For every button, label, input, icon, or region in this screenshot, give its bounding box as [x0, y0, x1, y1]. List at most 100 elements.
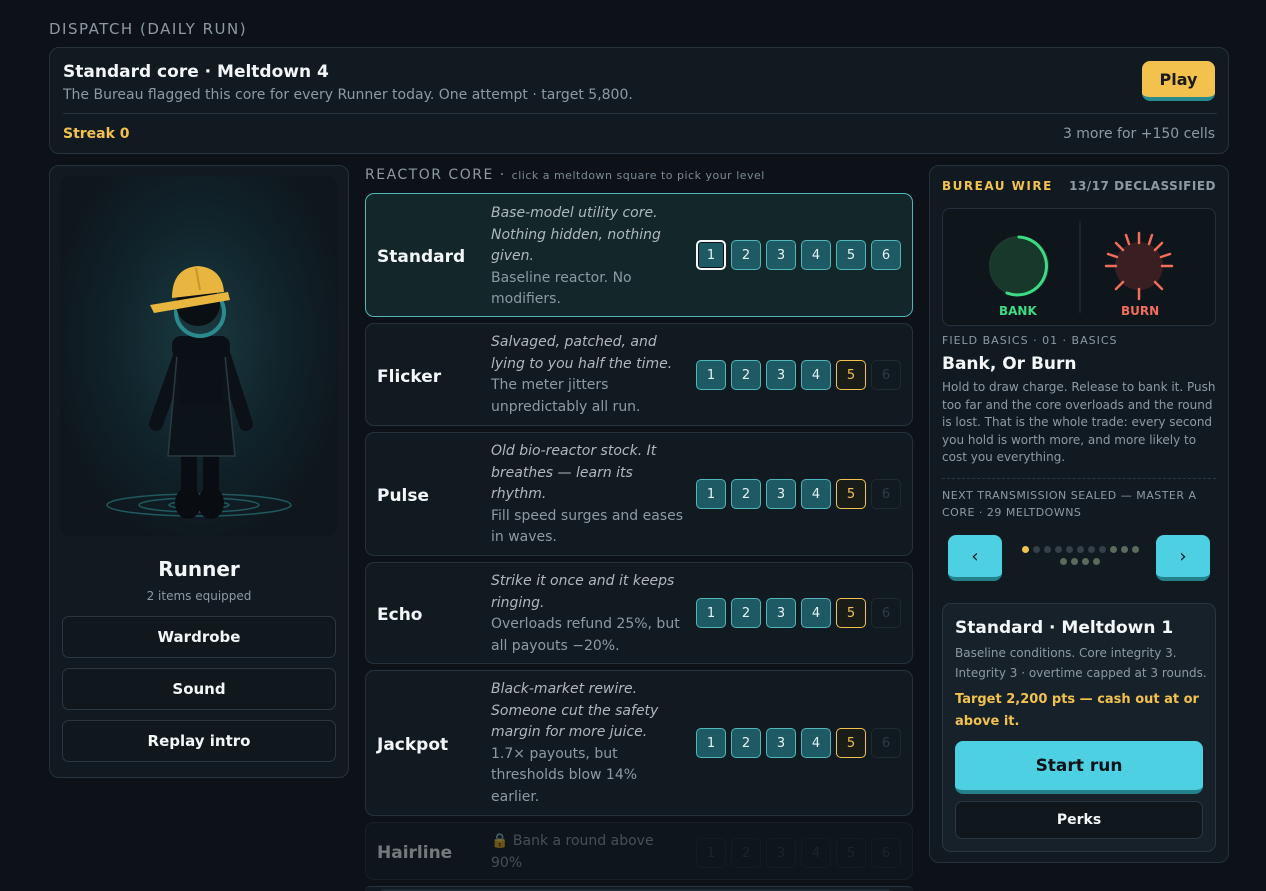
- pager-dot[interactable]: [1076, 546, 1084, 553]
- meltdown-level-3[interactable]: 3: [766, 598, 796, 628]
- meltdown-level-3[interactable]: 3: [766, 360, 796, 390]
- transmission-pager-dots: [1017, 546, 1143, 565]
- pager-dot[interactable]: [1043, 546, 1051, 553]
- avatar-stage: [60, 176, 338, 536]
- perks-button[interactable]: Perks: [955, 801, 1203, 839]
- core-card-pulse[interactable]: Pulse Old bio-reactor stock. It breathes…: [365, 432, 913, 556]
- meltdown-level-5[interactable]: 5: [836, 240, 866, 270]
- meltdown-level-1: 1: [696, 838, 726, 868]
- meltdown-level-6: 6: [871, 728, 901, 758]
- bureau-wire-title: BUREAU WIRE: [942, 179, 1053, 193]
- meltdown-level-1[interactable]: 1: [696, 598, 726, 628]
- run-description: Baseline conditions. Core integrity 3. I…: [955, 646, 1207, 680]
- meltdown-level-1[interactable]: 1: [696, 240, 726, 270]
- meltdown-level-2[interactable]: 2: [731, 479, 761, 509]
- pager-dot[interactable]: [1098, 546, 1106, 553]
- meltdown-level-2[interactable]: 2: [731, 598, 761, 628]
- core-card-next: [365, 886, 913, 891]
- dispatch-title: Standard core · Meltdown 4: [63, 62, 329, 82]
- pager-dot[interactable]: [1065, 546, 1073, 553]
- pager-dot[interactable]: [1071, 558, 1078, 565]
- meltdown-level-2[interactable]: 2: [731, 240, 761, 270]
- lock-icon: 🔒: [491, 833, 509, 849]
- next-transmission-button[interactable]: ›: [1156, 535, 1210, 581]
- bank-label: BANK: [999, 304, 1037, 318]
- core-effect: Bank a round above 90%: [491, 833, 654, 871]
- meltdown-level-1[interactable]: 1: [696, 360, 726, 390]
- meltdown-levels: 1 2 3 4 5 6: [696, 240, 901, 270]
- reactor-core-hint: click a meltdown square to pick your lev…: [511, 169, 765, 182]
- runner-items-count: 2 items equipped: [146, 589, 252, 603]
- pager-dot[interactable]: [1120, 546, 1128, 553]
- meltdown-level-6: 6: [871, 479, 901, 509]
- transmission-kicker: FIELD BASICS · 01 · BASICS: [942, 334, 1118, 347]
- core-name: Pulse: [377, 486, 430, 506]
- meltdown-level-6: 6: [871, 360, 901, 390]
- transmission-headline: Bank, Or Burn: [942, 354, 1077, 374]
- meltdown-level-4[interactable]: 4: [801, 479, 831, 509]
- core-card-standard[interactable]: Standard Base-model utility core. Nothin…: [365, 193, 913, 317]
- reactor-core-label: REACTOR CORE ·: [365, 167, 506, 183]
- core-card-echo[interactable]: Echo Strike it once and it keeps ringing…: [365, 562, 913, 664]
- wardrobe-button[interactable]: Wardrobe: [62, 616, 336, 658]
- divider: [942, 478, 1216, 479]
- meltdown-levels: 1 2 3 4 5 6: [696, 728, 901, 758]
- meltdown-level-4: 4: [801, 838, 831, 868]
- runner-name: Runner: [158, 557, 240, 581]
- start-run-button[interactable]: Start run: [955, 741, 1203, 794]
- dispatch-card: Standard core · Meltdown 4 The Bureau fl…: [49, 47, 1229, 154]
- core-effect: Fill speed surges and eases in waves.: [491, 507, 684, 546]
- meltdown-level-2[interactable]: 2: [731, 360, 761, 390]
- meltdown-level-6[interactable]: 6: [871, 240, 901, 270]
- meltdown-level-5[interactable]: 5: [836, 728, 866, 758]
- meltdown-levels: 1 2 3 4 5 6: [696, 838, 901, 868]
- dispatch-subtitle: The Bureau flagged this core for every R…: [63, 87, 633, 103]
- core-card-jackpot[interactable]: Jackpot Black-market rewire. Someone cut…: [365, 670, 913, 816]
- core-flavor: Base-model utility core. Nothing hidden,…: [491, 205, 661, 265]
- previous-transmission-button[interactable]: ‹: [948, 535, 1002, 581]
- meltdown-level-3[interactable]: 3: [766, 728, 796, 758]
- meltdown-level-4[interactable]: 4: [801, 360, 831, 390]
- transmission-body: Hold to draw charge. Release to bank it.…: [942, 380, 1216, 465]
- pager-dot[interactable]: [1087, 546, 1095, 553]
- meltdown-level-1[interactable]: 1: [696, 479, 726, 509]
- meltdown-level-4[interactable]: 4: [801, 598, 831, 628]
- streak-count: Streak 0: [63, 126, 130, 142]
- play-button[interactable]: Play: [1142, 61, 1215, 101]
- core-effect: Overloads refund 25%, but all payouts −2…: [491, 616, 680, 654]
- core-flavor: Strike it once and it keeps ringing.: [491, 573, 675, 611]
- core-card-hairline: Hairline 🔒 Bank a round above 90% 1 2 3 …: [365, 822, 913, 880]
- meltdown-levels: 1 2 3 4 5 6: [696, 479, 901, 509]
- meltdown-level-4[interactable]: 4: [801, 240, 831, 270]
- meltdown-level-2: 2: [731, 838, 761, 868]
- pager-dot[interactable]: [1054, 546, 1062, 553]
- core-effect: The meter jitters unpredictably all run.: [491, 377, 641, 415]
- meltdown-level-6: 6: [871, 598, 901, 628]
- meltdown-level-5[interactable]: 5: [836, 360, 866, 390]
- runner-avatar: [106, 266, 292, 519]
- core-card-flicker[interactable]: Flicker Salvaged, patched, and lying to …: [365, 323, 913, 426]
- meltdown-level-5[interactable]: 5: [836, 598, 866, 628]
- declassified-count: 13/17 DECLASSIFIED: [1069, 179, 1216, 193]
- core-description: Black-market rewire. Someone cut the saf…: [491, 679, 687, 809]
- core-unlock-requirement: 🔒 Bank a round above 90%: [491, 831, 671, 874]
- pager-dot[interactable]: [1093, 558, 1100, 565]
- pager-dot[interactable]: [1131, 546, 1139, 553]
- next-transmission-note: NEXT TRANSMISSION SEALED — MASTER A CORE…: [942, 489, 1197, 519]
- meltdown-level-4[interactable]: 4: [801, 728, 831, 758]
- pager-dot[interactable]: [1060, 558, 1067, 565]
- divider: [63, 113, 1217, 114]
- pager-dot[interactable]: [1082, 558, 1089, 565]
- replay-intro-button[interactable]: Replay intro: [62, 720, 336, 762]
- core-flavor: Old bio-reactor stock. It breathes — lea…: [491, 443, 657, 503]
- sound-button[interactable]: Sound: [62, 668, 336, 710]
- meltdown-level-3[interactable]: 3: [766, 479, 796, 509]
- meltdown-level-5[interactable]: 5: [836, 479, 866, 509]
- meltdown-level-1[interactable]: 1: [696, 728, 726, 758]
- pager-dot[interactable]: [1109, 546, 1117, 553]
- meltdown-level-2[interactable]: 2: [731, 728, 761, 758]
- pager-dot[interactable]: [1032, 546, 1040, 553]
- pager-dot[interactable]: [1021, 546, 1029, 553]
- core-name: Echo: [377, 605, 423, 625]
- meltdown-level-3[interactable]: 3: [766, 240, 796, 270]
